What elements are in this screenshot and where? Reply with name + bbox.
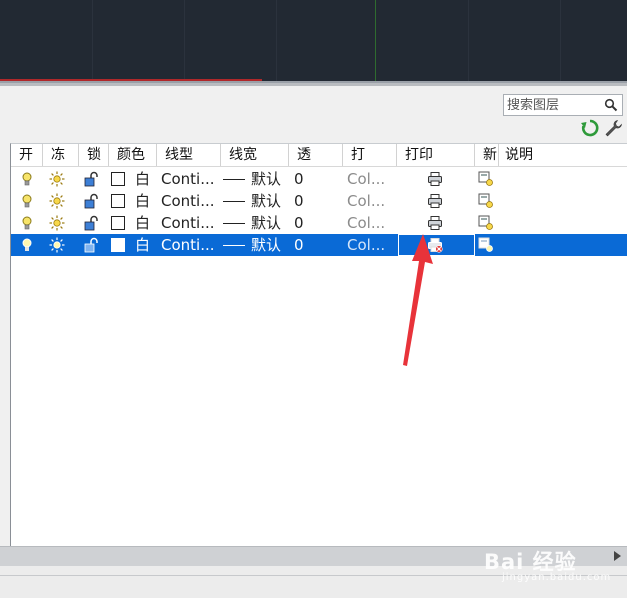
lightbulb-icon[interactable] [19,193,35,209]
printer-icon[interactable] [427,193,443,209]
sun-icon[interactable] [49,237,65,253]
sun-icon[interactable] [49,193,65,209]
grid-line [92,0,93,83]
layer-search-input[interactable] [507,96,601,114]
layer-row[interactable]: 白 Conti... 默认 0 Col... [11,168,627,190]
plot-style-value: Col... [347,236,386,254]
plot-style-value: Col... [347,214,386,232]
linetype-value[interactable]: Conti... [161,212,215,234]
grid-line [468,0,469,83]
sun-icon[interactable] [49,215,65,231]
color-swatch[interactable] [111,238,125,252]
color-swatch[interactable] [111,194,125,208]
color-label[interactable]: 白 [135,190,150,212]
sun-icon[interactable] [49,171,65,187]
refresh-icon[interactable] [581,119,599,137]
unlock-icon[interactable] [83,193,99,209]
column-freeze[interactable]: 冻 [43,144,79,166]
color-label[interactable]: 白 [135,168,150,190]
plot-style-value: Col... [347,192,386,210]
printer-icon[interactable] [427,171,443,187]
grid-line [276,0,277,83]
new-viewport-freeze-icon[interactable] [478,215,494,231]
column-description[interactable]: 说明 [499,144,627,166]
column-transparency[interactable]: 透 [289,144,343,166]
lightbulb-icon[interactable] [19,171,35,187]
drawing-canvas[interactable] [0,0,627,83]
unlock-icon[interactable] [83,237,99,253]
lightbulb-icon[interactable] [19,215,35,231]
color-label[interactable]: 白 [135,234,150,256]
new-viewport-freeze-icon[interactable] [478,171,494,187]
wrench-icon[interactable] [604,119,622,137]
layer-search-box[interactable] [503,94,623,116]
search-icon[interactable] [604,98,618,112]
lineweight-sample [223,179,245,180]
transparency-value[interactable]: 0 [294,212,304,234]
layer-list-header: 开 冻 锁 颜色 线型 线宽 透 打 打印 新 说明 [11,144,627,167]
linetype-value[interactable]: Conti... [161,168,215,190]
grid-line [560,0,561,83]
column-plot[interactable]: 打印 [397,144,475,166]
column-on[interactable]: 开 [11,144,43,166]
lineweight-sample [223,223,245,224]
layer-row-selected[interactable]: 白 Conti... 默认 0 Col... [11,234,627,256]
color-swatch[interactable] [111,172,125,186]
watermark-text: Bai 经验 [484,550,577,574]
palette-top-border [0,83,627,86]
lineweight-sample [223,201,245,202]
y-axis-line [375,0,376,83]
lineweight-value[interactable]: 默认 [251,234,281,256]
transparency-value[interactable]: 0 [294,168,304,190]
transparency-value[interactable]: 0 [294,190,304,212]
lineweight-value[interactable]: 默认 [251,168,281,190]
linetype-value[interactable]: Conti... [161,190,215,212]
layer-row[interactable]: 白 Conti... 默认 0 Col... [11,190,627,212]
lineweight-value[interactable]: 默认 [251,190,281,212]
plot-style-value: Col... [347,170,386,188]
color-label[interactable]: 白 [135,212,150,234]
unlock-icon[interactable] [83,215,99,231]
layer-row[interactable]: 白 Conti... 默认 0 Col... [11,212,627,234]
unlock-icon[interactable] [83,171,99,187]
color-swatch[interactable] [111,216,125,230]
new-viewport-freeze-icon[interactable] [478,193,494,209]
watermark: Bai 经验 jingyan.baidu.com [484,546,627,583]
column-plot-style[interactable]: 打 [343,144,397,166]
transparency-value[interactable]: 0 [294,234,304,256]
annotation-arrow [403,234,433,366]
lineweight-sample [223,245,245,246]
layer-list[interactable]: 开 冻 锁 颜色 线型 线宽 透 打 打印 新 说明 白 Conti... 默认… [10,143,627,547]
linetype-value[interactable]: Conti... [161,234,215,256]
lightbulb-icon[interactable] [19,237,35,253]
column-new-vp-freeze[interactable]: 新 [475,144,499,166]
printer-icon[interactable] [427,215,443,231]
column-linetype[interactable]: 线型 [157,144,221,166]
grid-line [184,0,185,83]
column-lock[interactable]: 锁 [79,144,109,166]
watermark-subtext: jingyan.baidu.com [502,572,612,583]
new-viewport-freeze-icon[interactable] [478,237,494,253]
column-lineweight[interactable]: 线宽 [221,144,289,166]
lineweight-value[interactable]: 默认 [251,212,281,234]
column-color[interactable]: 颜色 [109,144,157,166]
